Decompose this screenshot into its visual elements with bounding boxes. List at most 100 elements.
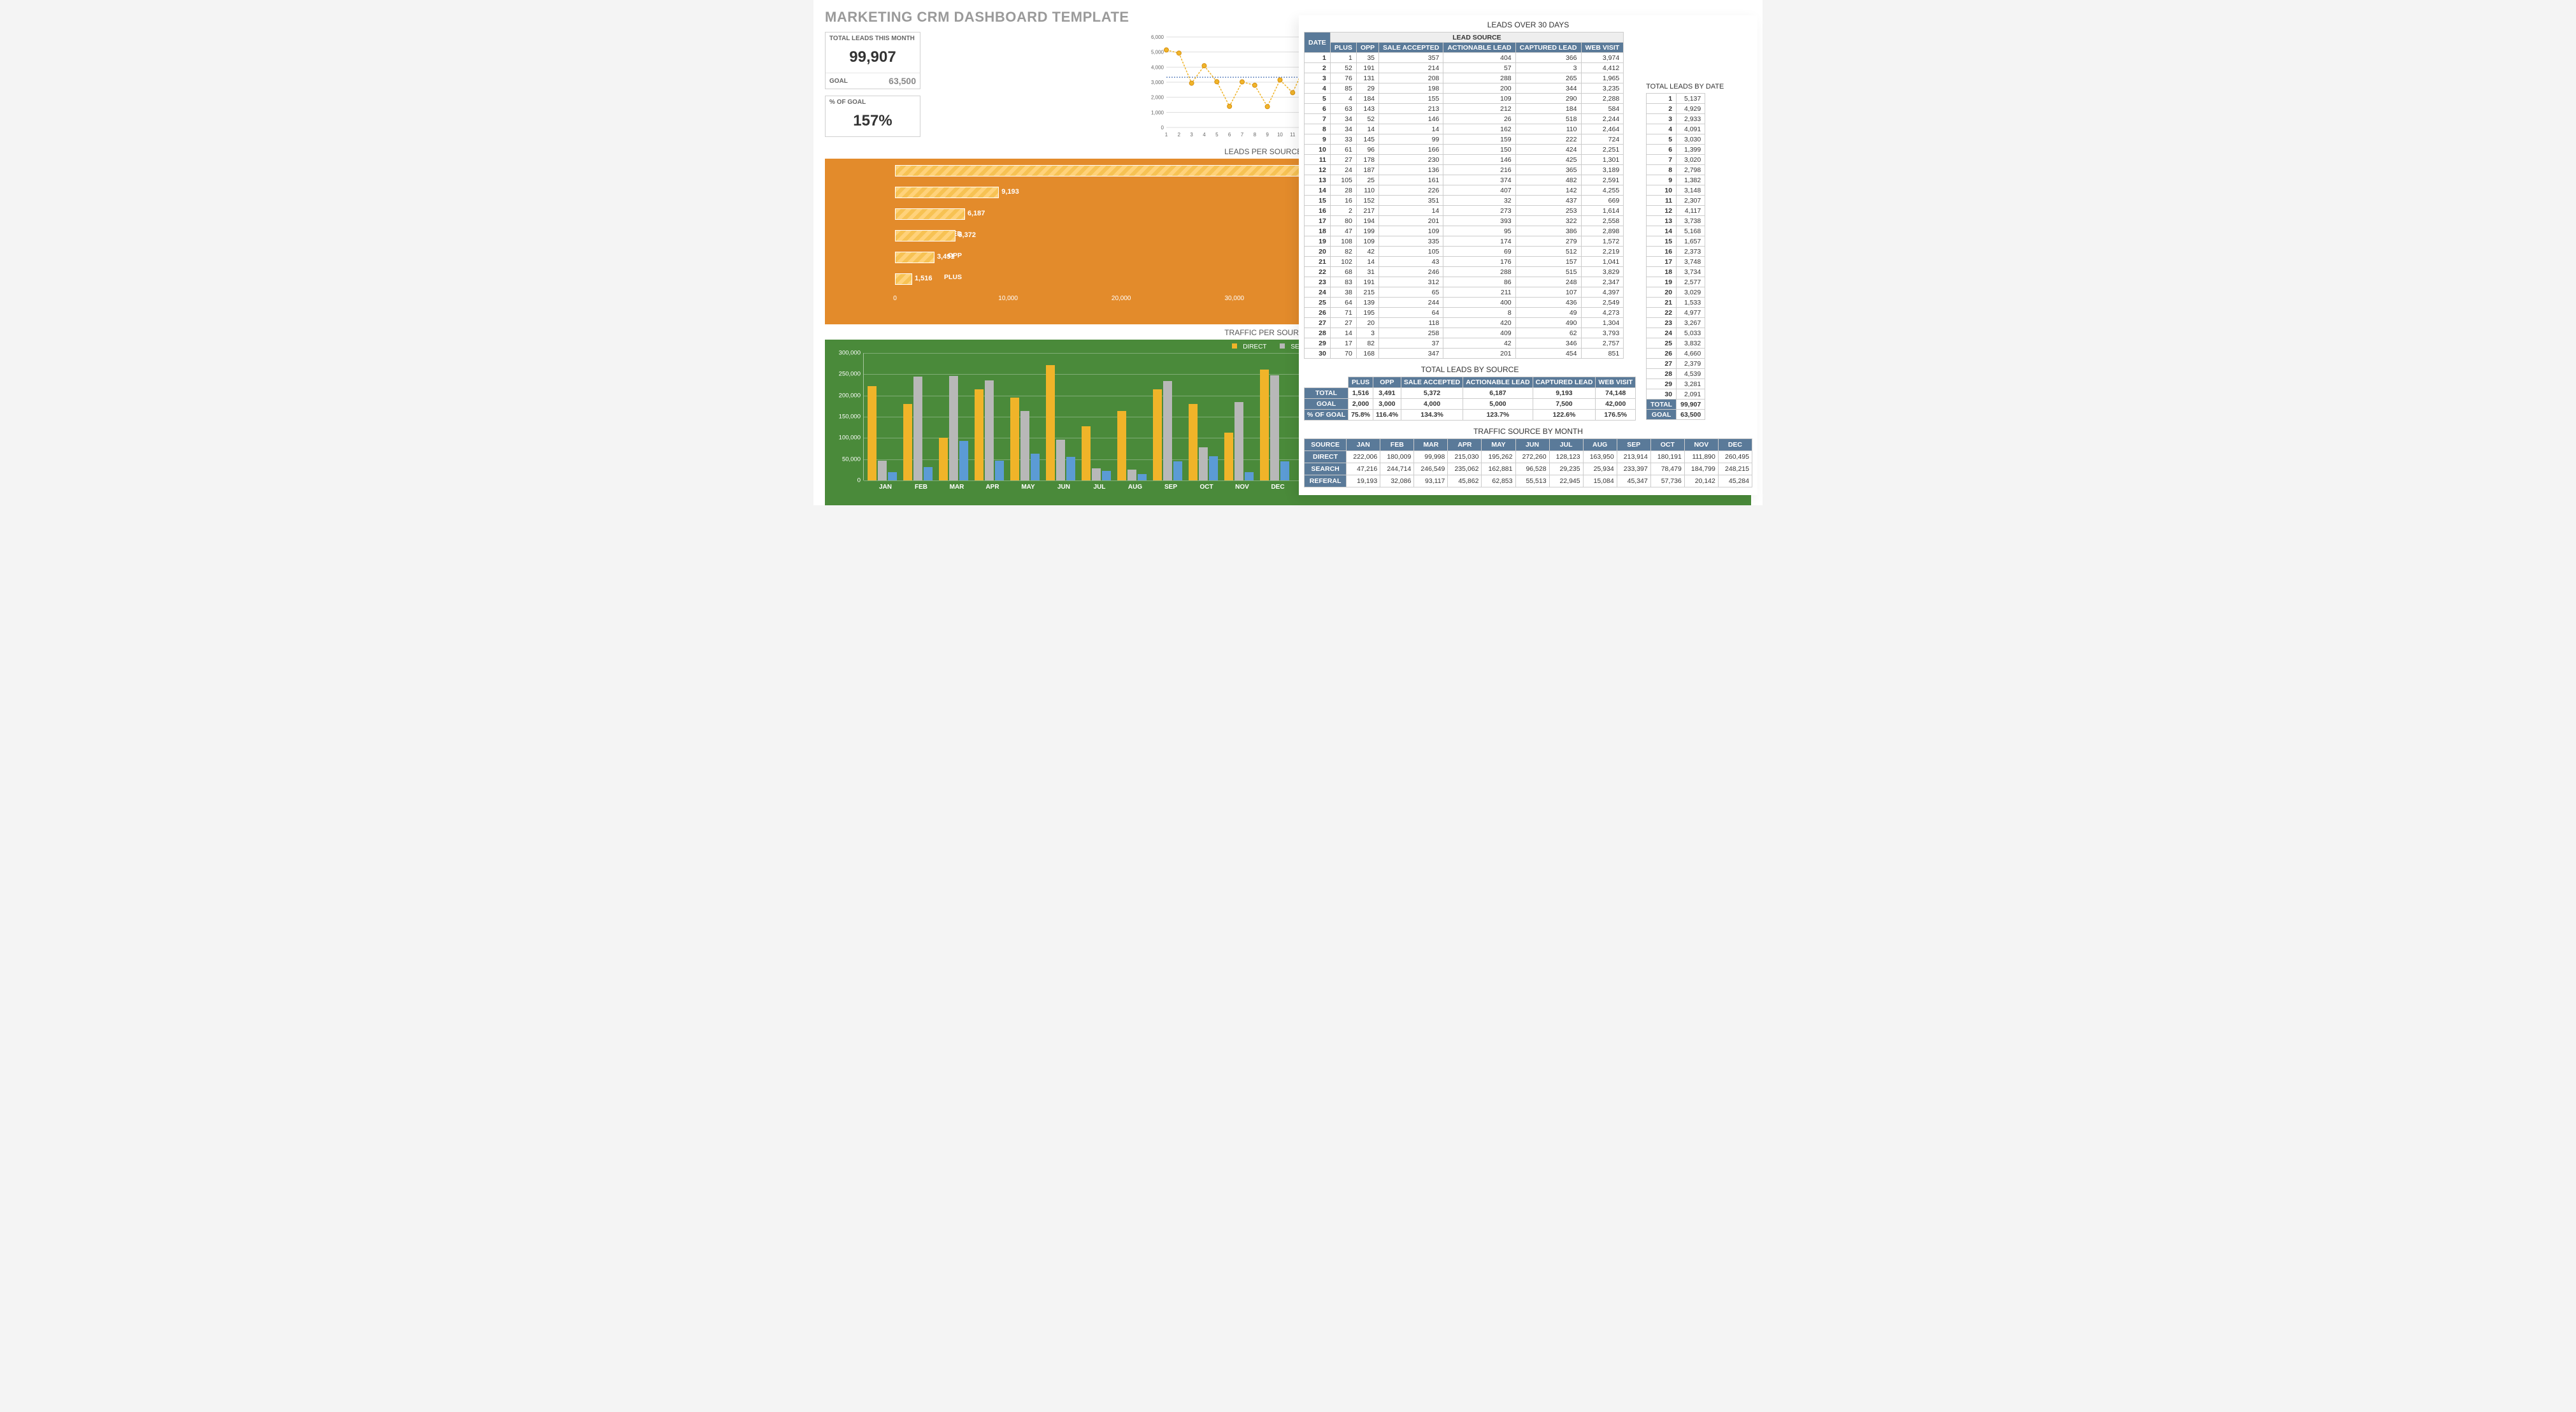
bar bbox=[1056, 440, 1065, 480]
table-row: SEARCH47,216244,714246,549235,062162,881… bbox=[1305, 463, 1752, 475]
table-row: 2110214431761571,041 bbox=[1305, 257, 1624, 267]
month-label: JUN bbox=[1046, 484, 1082, 491]
bar bbox=[1138, 474, 1147, 480]
table-row: 3761312082882651,965 bbox=[1305, 73, 1624, 83]
table-row: 11271782301464251,301 bbox=[1305, 155, 1624, 165]
hbar-bar: 6,187 bbox=[895, 208, 965, 220]
month-label: JUL bbox=[1082, 484, 1117, 491]
table-row: 32,933 bbox=[1647, 114, 1705, 124]
bar bbox=[1209, 456, 1218, 480]
line-point bbox=[1202, 64, 1206, 68]
bar bbox=[1199, 447, 1208, 480]
table-row: 2438215652111074,397 bbox=[1305, 287, 1624, 298]
svg-text:3: 3 bbox=[1190, 132, 1193, 138]
svg-text:4,000: 4,000 bbox=[1151, 64, 1164, 70]
table-total-by-source: PLUSOPPSALE ACCEPTEDACTIONABLE LEADCAPTU… bbox=[1304, 377, 1636, 421]
line-point bbox=[1164, 48, 1169, 52]
table-row: 24,929 bbox=[1647, 104, 1705, 114]
table-row: 162,373 bbox=[1647, 247, 1705, 257]
table-row: 2383191312862482,347 bbox=[1305, 277, 1624, 287]
bar bbox=[1189, 404, 1198, 480]
svg-text:3,000: 3,000 bbox=[1151, 80, 1164, 85]
month-label: NOV bbox=[1224, 484, 1260, 491]
table-row: 112,307 bbox=[1647, 196, 1705, 206]
kpi-total-leads-label: TOTAL LEADS THIS MONTH bbox=[826, 32, 920, 45]
svg-text:1: 1 bbox=[1165, 132, 1168, 138]
svg-text:2,000: 2,000 bbox=[1151, 95, 1164, 101]
bar bbox=[939, 438, 948, 480]
month-label: DEC bbox=[1260, 484, 1296, 491]
table-row: 133,738 bbox=[1647, 216, 1705, 226]
month-label: APR bbox=[975, 484, 1010, 491]
table-row: 103,148 bbox=[1647, 185, 1705, 196]
table-leads-over-30: DATELEAD SOURCEPLUSOPPSALE ACCEPTEDACTIO… bbox=[1304, 32, 1624, 359]
svg-text:8: 8 bbox=[1254, 132, 1257, 138]
table-row: 2671195648494,273 bbox=[1305, 308, 1624, 318]
bar bbox=[1163, 381, 1172, 480]
table-row: 302,091 bbox=[1647, 389, 1705, 400]
hbar-bar: 9,193 bbox=[895, 187, 999, 198]
bar bbox=[1010, 398, 1019, 480]
table-row: 124,117 bbox=[1647, 206, 1705, 216]
table-row: 13105251613744822,591 bbox=[1305, 175, 1624, 185]
table-row: 61,399 bbox=[1647, 145, 1705, 155]
table-row: 15,137 bbox=[1647, 94, 1705, 104]
table-row: 1061961661504242,251 bbox=[1305, 145, 1624, 155]
svg-text:6,000: 6,000 bbox=[1151, 34, 1164, 40]
title-leads-over-30: LEADS OVER 30 DAYS bbox=[1304, 20, 1752, 29]
table-row: 541841551092902,288 bbox=[1305, 94, 1624, 104]
table-row: 91,382 bbox=[1647, 175, 1705, 185]
svg-text:2: 2 bbox=[1178, 132, 1181, 138]
kpi-pct-value: 157% bbox=[826, 108, 920, 136]
svg-text:7: 7 bbox=[1241, 132, 1244, 138]
month-label: MAR bbox=[939, 484, 975, 491]
line-point bbox=[1189, 81, 1194, 85]
bar bbox=[1224, 433, 1233, 480]
bar bbox=[1270, 375, 1279, 480]
table-row: 211,533 bbox=[1647, 298, 1705, 308]
table-row: 2268312462885153,829 bbox=[1305, 267, 1624, 277]
bar bbox=[949, 376, 958, 480]
bar bbox=[975, 389, 984, 480]
line-point bbox=[1215, 80, 1219, 84]
table-row: 73452146265182,244 bbox=[1305, 114, 1624, 124]
table-row: 53,030 bbox=[1647, 134, 1705, 145]
table-row: 3070168347201454851 bbox=[1305, 349, 1624, 359]
kpi-goal-value: 63,500 bbox=[889, 76, 916, 86]
table-row: 151615235132437669 bbox=[1305, 196, 1624, 206]
table-row: 173,748 bbox=[1647, 257, 1705, 267]
table-row: 93314599159222724 bbox=[1305, 134, 1624, 145]
bar bbox=[1102, 471, 1111, 480]
bar bbox=[924, 467, 933, 480]
line-point bbox=[1227, 104, 1232, 108]
table-row: 29178237423462,757 bbox=[1305, 338, 1624, 349]
bar bbox=[1092, 468, 1101, 480]
table-row: 151,657 bbox=[1647, 236, 1705, 247]
table-row: 2521912145734,412 bbox=[1305, 63, 1624, 73]
table-row: 203,029 bbox=[1647, 287, 1705, 298]
table-row: REFERAL19,19332,08693,11745,86262,85355,… bbox=[1305, 475, 1752, 487]
table-row: 272,379 bbox=[1647, 359, 1705, 369]
bar bbox=[1066, 457, 1075, 480]
line-point bbox=[1291, 90, 1295, 95]
table-row: 284,539 bbox=[1647, 369, 1705, 379]
bar bbox=[888, 472, 897, 480]
line-point bbox=[1278, 78, 1282, 82]
title-total-by-source: TOTAL LEADS BY SOURCE bbox=[1304, 365, 1636, 374]
svg-text:9: 9 bbox=[1266, 132, 1269, 138]
table-row: 11353574043663,974 bbox=[1305, 53, 1624, 63]
table-row: 162217142732531,614 bbox=[1305, 206, 1624, 216]
table-row: DIRECT222,006180,00999,998215,030195,262… bbox=[1305, 451, 1752, 463]
bar bbox=[913, 377, 922, 480]
month-label: MAY bbox=[1010, 484, 1046, 491]
kpi-total-leads-value: 99,907 bbox=[826, 45, 920, 73]
table-row: % OF GOAL75.8%116.4%134.3%123.7%122.6%17… bbox=[1305, 410, 1636, 421]
kpi-goal-label: GOAL bbox=[829, 78, 848, 85]
bar bbox=[1127, 470, 1136, 480]
bar bbox=[1046, 365, 1055, 481]
bar bbox=[1260, 370, 1269, 480]
bar bbox=[959, 441, 968, 480]
month-label: JAN bbox=[868, 484, 903, 491]
table-row: 233,267 bbox=[1647, 318, 1705, 328]
kpi-pct-label: % OF GOAL bbox=[826, 96, 920, 108]
